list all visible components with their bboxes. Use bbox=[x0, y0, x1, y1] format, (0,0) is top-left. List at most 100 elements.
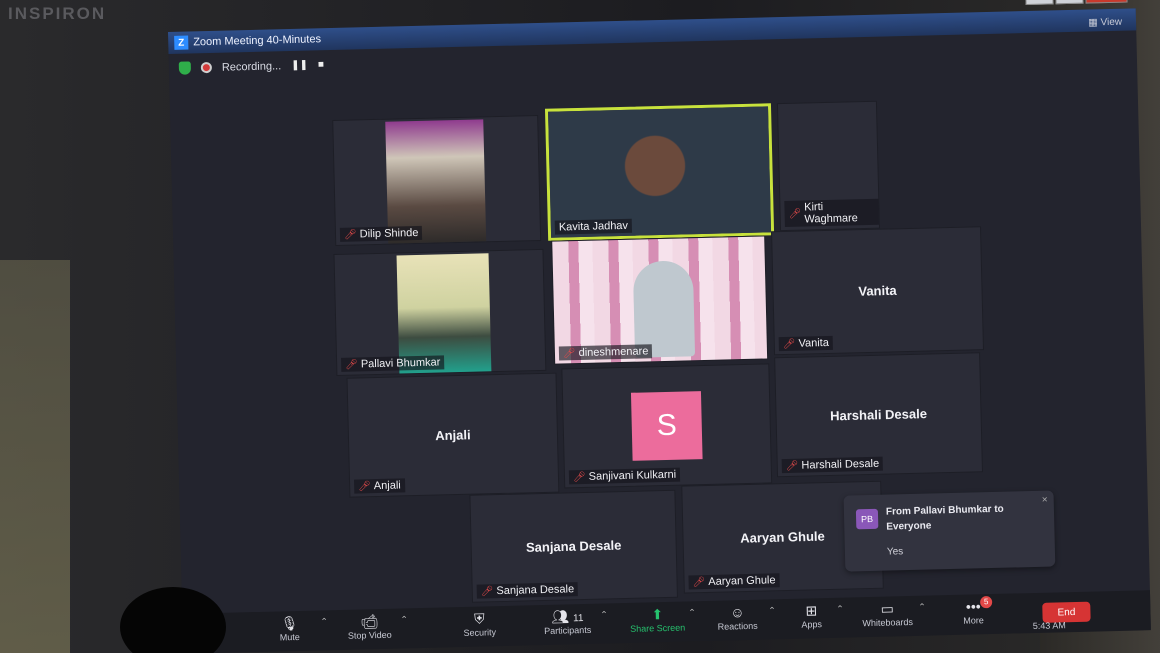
participants-icon: 👥︎ 11 bbox=[551, 608, 584, 625]
video-feed bbox=[548, 106, 772, 238]
chat-notification[interactable]: PB From Pallavi Bhumkar to Everyone Yes … bbox=[843, 490, 1056, 572]
taskbar-clock: 5:43 AM bbox=[1032, 620, 1066, 632]
video-tile-kirti-waghmare[interactable]: 🎤︎ Kirti Waghmare bbox=[776, 100, 881, 232]
background-wall-left bbox=[0, 260, 70, 653]
recording-status: Recording... bbox=[221, 59, 282, 74]
chat-message: Yes bbox=[886, 546, 904, 558]
mute-button[interactable]: 🎙︎ Mute bbox=[254, 614, 325, 643]
whiteboard-icon: ▭ bbox=[880, 600, 895, 617]
avatar: S bbox=[630, 391, 703, 461]
share-screen-button[interactable]: ⬆ Share Screen bbox=[622, 605, 693, 634]
muted-mic-icon: 🎤︎ bbox=[358, 480, 371, 492]
close-icon[interactable]: × bbox=[1042, 495, 1048, 506]
muted-mic-icon: 🎤︎ bbox=[782, 338, 796, 350]
emoji-icon: ☺ bbox=[729, 604, 745, 621]
participant-label: 🎤︎ Dilip Shinde bbox=[339, 225, 423, 242]
stop-icon[interactable]: ■ bbox=[318, 59, 324, 70]
participant-name: Pallavi Bhumkar bbox=[360, 356, 441, 371]
muted-mic-icon: 🎤︎ bbox=[562, 347, 576, 359]
muted-mic-icon: 🎤︎ bbox=[343, 228, 357, 241]
reactions-label: Reactions bbox=[717, 620, 758, 632]
participant-label: 🎤︎ dineshmenare bbox=[558, 344, 653, 361]
window-title: Zoom Meeting 40-Minutes bbox=[193, 33, 322, 49]
restore-button[interactable]: ❐ bbox=[1055, 0, 1084, 5]
security-button[interactable]: ⛨ Security bbox=[444, 610, 515, 639]
video-tile-dineshmenare[interactable]: 🎤︎ dineshmenare bbox=[551, 235, 769, 365]
participant-name: Sanjivani Kulkarni bbox=[588, 468, 677, 483]
more-icon: ••• bbox=[965, 598, 981, 615]
video-feed bbox=[385, 119, 487, 244]
stop-video-button[interactable]: 📹︎ Stop Video bbox=[334, 612, 405, 641]
participant-name: Dilip Shinde bbox=[359, 226, 419, 241]
share-screen-label: Share Screen bbox=[630, 622, 686, 634]
chevron-up-icon[interactable]: ⌃ bbox=[836, 604, 844, 615]
video-tile-kavita-jadhav[interactable]: Kavita Jadhav bbox=[544, 103, 775, 241]
grid-icon: ▦ bbox=[1088, 17, 1101, 29]
pause-icon[interactable]: ❚❚ bbox=[291, 60, 308, 71]
participant-name: Kavita Jadhav bbox=[558, 219, 629, 234]
reactions-button[interactable]: ☺ Reactions bbox=[702, 603, 773, 632]
participant-label: 🎤︎ Kirti Waghmare bbox=[784, 198, 879, 227]
record-icon bbox=[200, 61, 213, 74]
mute-label: Mute bbox=[279, 631, 300, 643]
participant-label: Kavita Jadhav bbox=[554, 218, 633, 235]
more-button[interactable]: ••• 5 More bbox=[938, 596, 1009, 627]
participant-name: Aaryan Ghule bbox=[708, 574, 776, 588]
participant-name: Sanjana Desale bbox=[496, 583, 575, 598]
participant-label: 🎤︎ Sanjana Desale bbox=[476, 582, 579, 599]
video-tile-vanita[interactable]: Vanita 🎤︎ Vanita bbox=[771, 226, 985, 356]
participant-name: Anjali bbox=[373, 479, 401, 493]
participant-name: Harshali Desale bbox=[801, 457, 880, 472]
shield-icon bbox=[178, 61, 192, 75]
participant-label: 🎤︎ Sanjivani Kulkarni bbox=[568, 467, 681, 485]
apps-label: Apps bbox=[801, 619, 823, 630]
share-screen-icon: ⬆ bbox=[651, 606, 664, 623]
stop-video-label: Stop Video bbox=[347, 629, 392, 641]
chevron-up-icon[interactable]: ⌃ bbox=[600, 609, 608, 620]
muted-mic-icon: 🎤︎ bbox=[785, 460, 799, 472]
video-tile-sanjana-desale[interactable]: Sanjana Desale 🎤︎ Sanjana Desale bbox=[469, 489, 678, 603]
monitor-brand: INSPIRON bbox=[8, 4, 107, 23]
video-tile-harshali-desale[interactable]: Harshali Desale 🎤︎ Harshali Desale bbox=[774, 352, 983, 478]
whiteboards-label: Whiteboards bbox=[862, 616, 914, 629]
whiteboards-button[interactable]: ▭ Whiteboards bbox=[852, 600, 923, 629]
muted-mic-icon: 🎤︎ bbox=[480, 585, 494, 598]
participants-count: 11 bbox=[572, 613, 584, 625]
participant-label: 🎤︎ Pallavi Bhumkar bbox=[341, 355, 445, 372]
participant-label: 🎤︎ Aaryan Ghule bbox=[688, 573, 780, 590]
participant-label: 🎤︎ Harshali Desale bbox=[781, 456, 884, 474]
zoom-window: Z Zoom Meeting 40-Minutes — ❐ ✕ ▦ View R… bbox=[168, 0, 1151, 653]
view-label: View bbox=[1100, 16, 1123, 29]
participant-display-name: Harshali Desale bbox=[829, 406, 928, 424]
chevron-up-icon[interactable]: ⌃ bbox=[768, 605, 776, 616]
participant-name: Kirti Waghmare bbox=[804, 201, 858, 226]
more-label: More bbox=[963, 615, 984, 626]
microphone-icon: 🎙︎ bbox=[280, 614, 299, 632]
recording-bar: Recording... ❚❚ ■ bbox=[178, 58, 324, 75]
minimize-button[interactable]: — bbox=[1025, 0, 1054, 6]
muted-mic-icon: 🎤︎ bbox=[572, 471, 586, 483]
chevron-up-icon[interactable]: ⌃ bbox=[688, 607, 696, 618]
view-button[interactable]: ▦ View bbox=[1088, 17, 1122, 29]
chevron-up-icon[interactable]: ⌃ bbox=[320, 616, 328, 627]
zoom-logo-icon: Z bbox=[174, 35, 189, 50]
video-tile-dilip-shinde[interactable]: 🎤︎ Dilip Shinde bbox=[332, 114, 542, 246]
participant-display-name: Vanita bbox=[858, 282, 897, 299]
shield-icon: ⛨ bbox=[473, 610, 485, 627]
participants-button[interactable]: 👥︎ 11 Participants bbox=[532, 608, 603, 637]
participant-label: 🎤︎ Anjali bbox=[353, 478, 405, 494]
participant-display-name: Anjali bbox=[435, 427, 471, 444]
video-tile-sanjivani-kulkarni[interactable]: S 🎤︎ Sanjivani Kulkarni bbox=[561, 363, 773, 489]
muted-mic-icon: 🎤︎ bbox=[692, 576, 706, 588]
video-tile-pallavi-bhumkar[interactable]: 🎤︎ Pallavi Bhumkar bbox=[333, 248, 547, 376]
video-tile-anjali[interactable]: Anjali 🎤︎ Anjali bbox=[346, 372, 560, 498]
video-camera-icon: 📹︎ bbox=[360, 613, 379, 630]
participant-display-name: Sanjana Desale bbox=[525, 537, 622, 555]
chevron-up-icon[interactable]: ⌃ bbox=[400, 614, 408, 625]
video-feed bbox=[552, 236, 768, 364]
participant-name: dineshmenare bbox=[578, 345, 649, 360]
chevron-up-icon[interactable]: ⌃ bbox=[918, 602, 926, 613]
participants-label: Participants bbox=[544, 624, 592, 636]
chat-sender: From Pallavi Bhumkar to Everyone bbox=[885, 503, 1004, 533]
participant-name: Vanita bbox=[798, 336, 830, 350]
